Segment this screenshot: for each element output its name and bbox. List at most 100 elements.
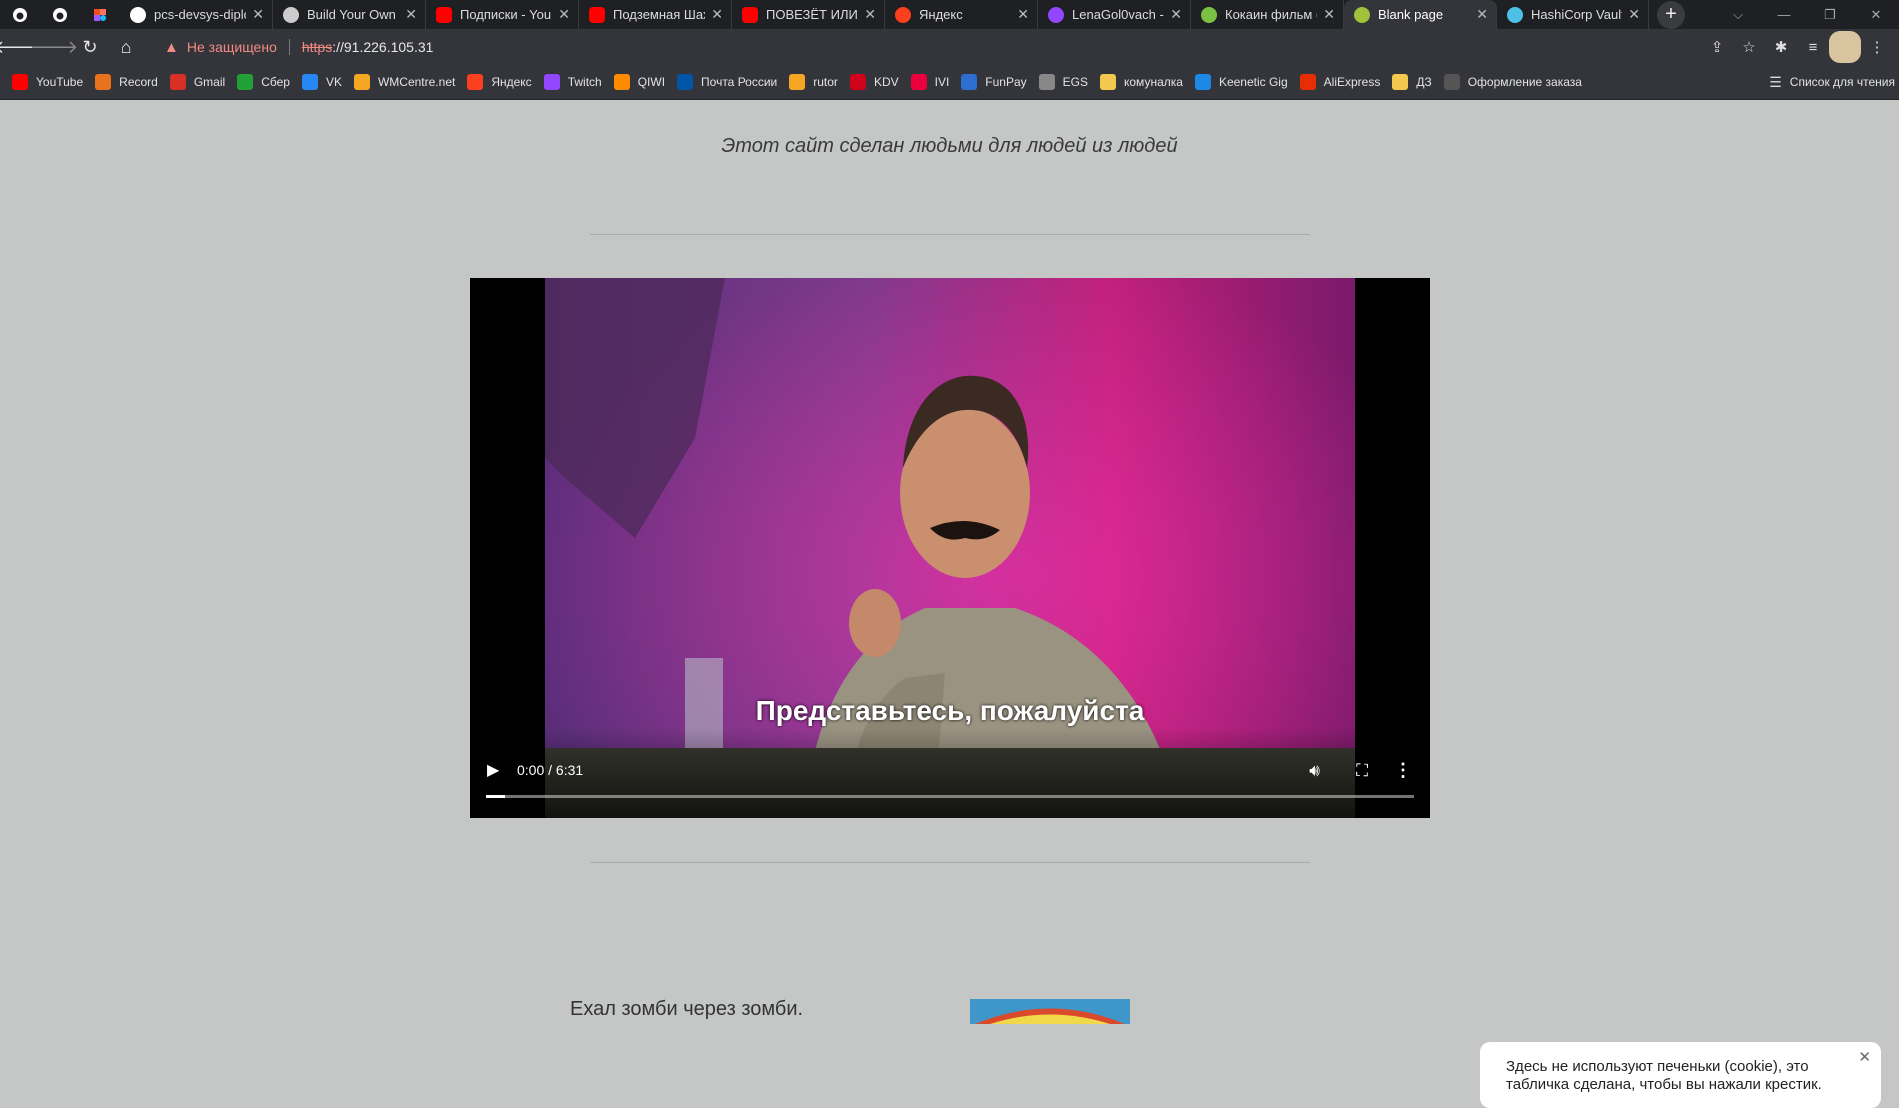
reading-list-icon: ☰: [1769, 73, 1782, 90]
forward-button[interactable]: 🡒: [30, 29, 78, 65]
tab-4[interactable]: ПОВЕЗЁТ ИЛИ Н ✕: [732, 0, 885, 29]
close-tab-icon[interactable]: ✕: [1628, 6, 1640, 23]
menu-icon[interactable]: ⋮: [1861, 31, 1893, 63]
close-tab-icon[interactable]: ✕: [252, 6, 264, 23]
bookmark-item[interactable]: rutor: [789, 74, 838, 90]
warning-icon[interactable]: ▲: [164, 39, 179, 56]
reading-list-button[interactable]: ☰ Список для чтения: [1759, 65, 1899, 99]
close-tab-icon[interactable]: ✕: [864, 6, 876, 23]
pinned-tab-github-1[interactable]: [0, 0, 40, 29]
bookmark-item[interactable]: Сбер: [237, 74, 290, 90]
volume-icon[interactable]: 🔊︎: [1309, 761, 1320, 781]
extensions-icon[interactable]: ✱: [1765, 31, 1797, 63]
tab-1[interactable]: Build Your Own (✕: [273, 0, 426, 29]
close-window-icon[interactable]: ✕: [1853, 0, 1899, 29]
home-button[interactable]: ⌂: [108, 29, 144, 65]
bookmark-icon: [237, 74, 254, 90]
bookmark-item[interactable]: ДЗ: [1392, 74, 1432, 90]
bookmark-icon: [961, 74, 978, 90]
bookmark-item[interactable]: Record: [95, 74, 158, 90]
close-icon[interactable]: ✕: [1858, 1048, 1871, 1066]
bookmark-item[interactable]: KDV: [849, 74, 899, 90]
bookmark-item[interactable]: EGS: [1038, 74, 1088, 90]
bookmark-icon: [169, 74, 186, 90]
divider-bottom: [590, 862, 1310, 863]
bookmark-label: ДЗ: [1416, 75, 1432, 89]
cookie-notice-text: Здесь не используют печеньки (cookie), э…: [1506, 1058, 1822, 1093]
bookmark-item[interactable]: AliExpress: [1299, 74, 1381, 90]
bookmark-item[interactable]: QIWI: [613, 74, 665, 90]
pinned-tab-figma[interactable]: [80, 0, 120, 29]
tab-0[interactable]: pcs-devsys-diplo ✕: [120, 0, 273, 29]
bookmark-icon: [1194, 74, 1211, 90]
tab-7[interactable]: Кокаин фильм (✕: [1191, 0, 1344, 29]
tab-9[interactable]: HashiCorp Vault ✕: [1497, 0, 1649, 29]
article-text: Ехал зомби через зомби.: [570, 998, 804, 1020]
close-tab-icon[interactable]: ✕: [1017, 6, 1029, 23]
address-bar[interactable]: ▲ Не защищено https ://91.226.105.31: [164, 33, 1701, 61]
more-options-icon[interactable]: ⋮: [1394, 760, 1412, 781]
url-scheme: https: [301, 39, 333, 55]
bookmark-item[interactable]: YouTube: [12, 74, 83, 90]
bookmark-star-icon[interactable]: ☆: [1733, 31, 1765, 63]
tab-search-icon[interactable]: ⌵: [1715, 0, 1761, 29]
hd-icon: [1201, 6, 1217, 23]
bookmark-item[interactable]: IVI: [910, 74, 949, 90]
close-tab-icon[interactable]: ✕: [711, 6, 723, 23]
bookmark-icon: [467, 74, 484, 90]
tab-5[interactable]: Яндекс ✕: [885, 0, 1038, 29]
bookmark-icon: [1038, 74, 1055, 90]
bookmark-item[interactable]: Gmail: [169, 74, 225, 90]
pinned-tab-github-2[interactable]: [40, 0, 80, 29]
tab-2[interactable]: Подписки - You ✕: [426, 0, 579, 29]
video-controls: ▶ 0:00 / 6:31 🔊︎ ⛶ ⋮: [470, 728, 1430, 818]
bookmark-label: Keenetic Gig: [1218, 75, 1288, 89]
fullscreen-icon[interactable]: ⛶: [1356, 761, 1368, 781]
avatar: [1829, 31, 1861, 63]
bookmark-item[interactable]: FunPay: [961, 74, 1027, 90]
close-tab-icon[interactable]: ✕: [1476, 6, 1488, 23]
bookmark-item[interactable]: Почта России: [677, 74, 777, 90]
address-separator: [288, 39, 290, 55]
bookmark-item[interactable]: Яндекс: [467, 74, 532, 90]
bookmark-item[interactable]: Оформление заказа: [1443, 74, 1582, 90]
bookmark-label: AliExpress: [1323, 75, 1381, 89]
browser-toolbar: 🡐 🡒 ↻ ⌂ ▲ Не защищено https ://91.226.10…: [0, 29, 1899, 65]
restore-icon[interactable]: ❐: [1807, 0, 1853, 29]
tab-title: Подписки - You: [460, 7, 552, 22]
new-tab-button[interactable]: +: [1657, 0, 1685, 29]
github-icon: [130, 6, 146, 23]
bookmark-item[interactable]: комуналка: [1100, 74, 1183, 90]
bookmark-item[interactable]: VK: [301, 74, 342, 90]
bookmark-icon: [677, 74, 694, 90]
bookmark-item[interactable]: Keenetic Gig: [1194, 74, 1288, 90]
vault-icon: [1507, 6, 1523, 23]
video-subtitle: Представьтесь, пожалуйста: [755, 695, 1145, 726]
reload-button[interactable]: ↻: [72, 29, 108, 65]
video-player[interactable]: Представьтесь, пожалуйста ▶ 0:00 / 6:31 …: [470, 278, 1430, 818]
close-tab-icon[interactable]: ✕: [1323, 6, 1335, 23]
close-tab-icon[interactable]: ✕: [405, 6, 417, 23]
video-progress-track[interactable]: [486, 795, 1414, 798]
close-tab-icon[interactable]: ✕: [558, 6, 570, 23]
bookmark-item[interactable]: WMCentre.net: [353, 74, 455, 90]
bookmark-icon: [849, 74, 866, 90]
close-tab-icon[interactable]: ✕: [1170, 6, 1182, 23]
play-icon[interactable]: ▶: [487, 760, 499, 780]
tab-8[interactable]: Blank page ✕: [1344, 0, 1497, 29]
bookmark-icon: [95, 74, 112, 90]
media-controls-icon[interactable]: ≡: [1797, 31, 1829, 63]
bookmark-icon: [353, 74, 370, 90]
profile-button[interactable]: [1829, 31, 1861, 63]
cookie-notice: Здесь не используют печеньки (cookie), э…: [1480, 1042, 1881, 1108]
bookmark-icon: [613, 74, 630, 90]
security-label[interactable]: Не защищено: [187, 39, 277, 55]
figma-icon: [94, 8, 106, 21]
bookmark-item[interactable]: Twitch: [543, 74, 602, 90]
tab-6[interactable]: LenaGol0vach - ✕: [1038, 0, 1191, 29]
tab-3[interactable]: Подземная Шах ✕: [579, 0, 732, 29]
bookmark-label: rutor: [813, 75, 838, 89]
share-icon[interactable]: ⇪: [1701, 31, 1733, 63]
minimize-icon[interactable]: —: [1761, 0, 1807, 29]
bookmark-label: FunPay: [985, 75, 1027, 89]
